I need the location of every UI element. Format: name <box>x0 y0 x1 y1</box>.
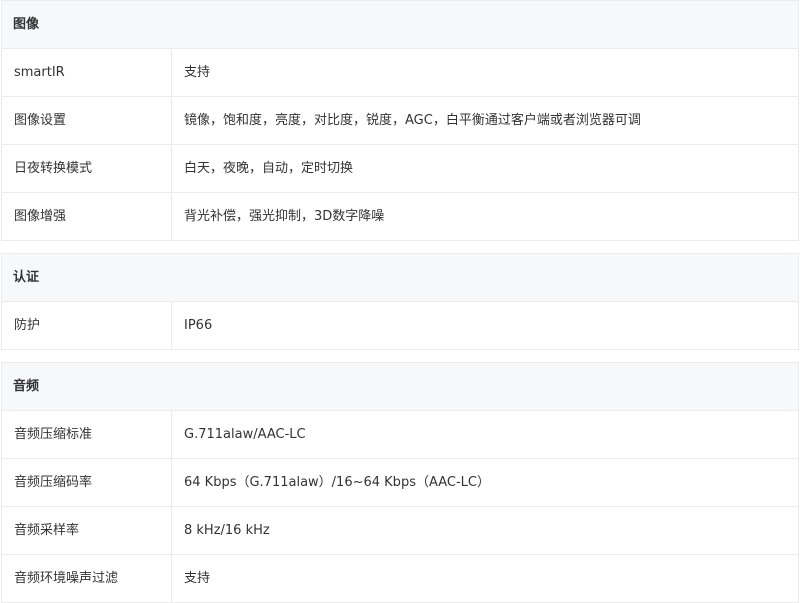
spec-value: 镜像，饱和度，亮度，对比度，锐度，AGC，白平衡通过客户端或者浏览器可调 <box>184 113 641 128</box>
spec-label: 音频压缩码率 <box>2 459 172 506</box>
spec-label: 防护 <box>2 302 172 349</box>
spec-section-image: 图像 smartIR 支持 图像设置 镜像，饱和度，亮度，对比度，锐度，AGC，… <box>1 0 799 241</box>
spec-value: 支持 <box>184 571 211 586</box>
spec-label: 日夜转换模式 <box>2 145 172 192</box>
spec-row: smartIR 支持 <box>2 49 798 97</box>
spec-value: 白天，夜晚，自动，定时切换 <box>184 161 354 176</box>
spec-value: 64 Kbps（G.711alaw）/16~64 Kbps（AAC-LC） <box>184 475 490 490</box>
spec-value: G.711alaw/AAC-LC <box>184 427 306 442</box>
spec-label: 音频采样率 <box>2 507 172 554</box>
spec-row: 日夜转换模式 白天，夜晚，自动，定时切换 <box>2 145 798 193</box>
spec-value: 8 kHz/16 kHz <box>184 523 270 538</box>
spec-row: 音频环境噪声过滤 支持 <box>2 555 798 603</box>
spec-label: 音频环境噪声过滤 <box>2 555 172 602</box>
section-header: 图像 <box>2 1 798 49</box>
spec-row: 图像设置 镜像，饱和度，亮度，对比度，锐度，AGC，白平衡通过客户端或者浏览器可… <box>2 97 798 145</box>
spec-value: 背光补偿，强光抑制，3D数字降噪 <box>184 209 385 224</box>
spec-label: 图像增强 <box>2 193 172 240</box>
spec-row: 音频压缩标准 G.711alaw/AAC-LC <box>2 411 798 459</box>
spec-row: 音频采样率 8 kHz/16 kHz <box>2 507 798 555</box>
spec-label: 图像设置 <box>2 97 172 144</box>
spec-label: smartIR <box>2 49 172 96</box>
spec-section-audio: 音频 音频压缩标准 G.711alaw/AAC-LC 音频压缩码率 64 Kbp… <box>1 362 799 603</box>
section-header: 音频 <box>2 363 798 411</box>
spec-document: 图像 smartIR 支持 图像设置 镜像，饱和度，亮度，对比度，锐度，AGC，… <box>0 0 800 603</box>
spec-row: 图像增强 背光补偿，强光抑制，3D数字降噪 <box>2 193 798 241</box>
spec-value: 支持 <box>184 65 211 80</box>
spec-row: 音频压缩码率 64 Kbps（G.711alaw）/16~64 Kbps（AAC… <box>2 459 798 507</box>
spec-label: 音频压缩标准 <box>2 411 172 458</box>
section-header: 认证 <box>2 254 798 302</box>
spec-row: 防护 IP66 <box>2 302 798 350</box>
spec-value: IP66 <box>184 318 213 333</box>
spec-section-certification: 认证 防护 IP66 <box>1 253 799 350</box>
